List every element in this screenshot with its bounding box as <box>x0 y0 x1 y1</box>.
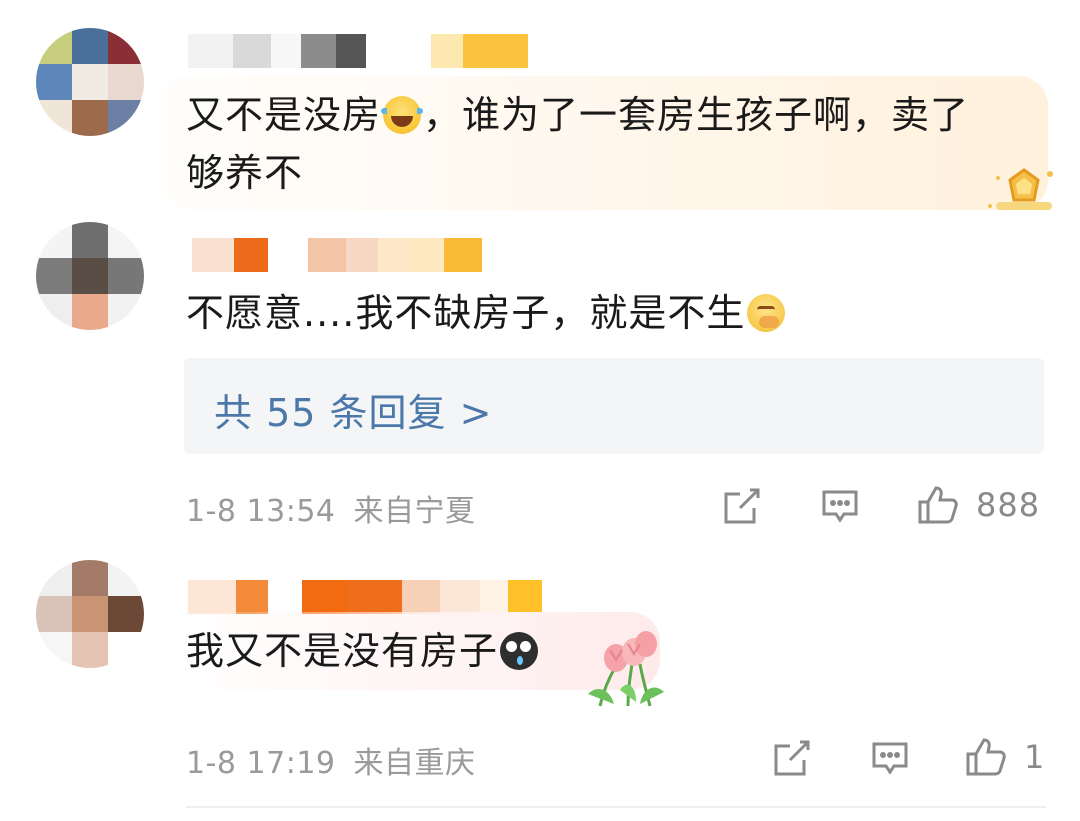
comment-meta: 1-8 17:19 来自重庆 <box>186 738 476 782</box>
comment-icon[interactable] <box>868 736 912 780</box>
avatar[interactable] <box>36 222 144 330</box>
badge-icon <box>988 168 1053 210</box>
username-obscured[interactable] <box>188 580 578 614</box>
username-obscured[interactable] <box>188 34 538 68</box>
comment-text-body: 不愿意....我不缺房子，就是不生 <box>186 291 746 335</box>
crying-emoji-icon <box>500 632 539 670</box>
location: 来自宁夏 <box>353 494 476 529</box>
like-count: 1 <box>1024 738 1046 776</box>
like-icon[interactable] <box>916 482 960 526</box>
comment-text-start: 又不是没房 <box>186 93 382 137</box>
comment-text: 又不是没房 ，谁为了一套房生孩子啊，卖了 够养不 <box>186 86 1036 202</box>
username-obscured[interactable] <box>192 238 482 272</box>
comment-icon[interactable] <box>818 484 862 528</box>
comment-meta: 1-8 13:54 来自宁夏 <box>186 486 476 530</box>
like-count: 888 <box>976 486 1041 524</box>
comment-text-end: 够养不 <box>186 151 304 195</box>
location: 来自重庆 <box>353 746 476 781</box>
avatar[interactable] <box>36 560 144 668</box>
timestamp: 1-8 17:19 <box>186 746 336 781</box>
divider <box>186 806 1046 808</box>
laughing-crying-emoji-icon <box>381 96 424 134</box>
tulip-icon <box>588 631 664 707</box>
comment-text-body: 我又不是没有房子 <box>186 629 499 673</box>
share-icon[interactable] <box>770 736 814 780</box>
comment-text-middle: ，谁为了一套房生孩子啊，卖了 <box>423 93 970 137</box>
comment-text: 不愿意....我不缺房子，就是不生 <box>186 284 1036 342</box>
avatar[interactable] <box>36 28 144 136</box>
share-icon[interactable] <box>720 484 764 528</box>
view-replies-link[interactable]: 共 55 条回复 > <box>214 382 492 437</box>
thinking-emoji-icon <box>747 294 786 332</box>
timestamp: 1-8 13:54 <box>186 494 336 529</box>
like-icon[interactable] <box>964 734 1008 778</box>
